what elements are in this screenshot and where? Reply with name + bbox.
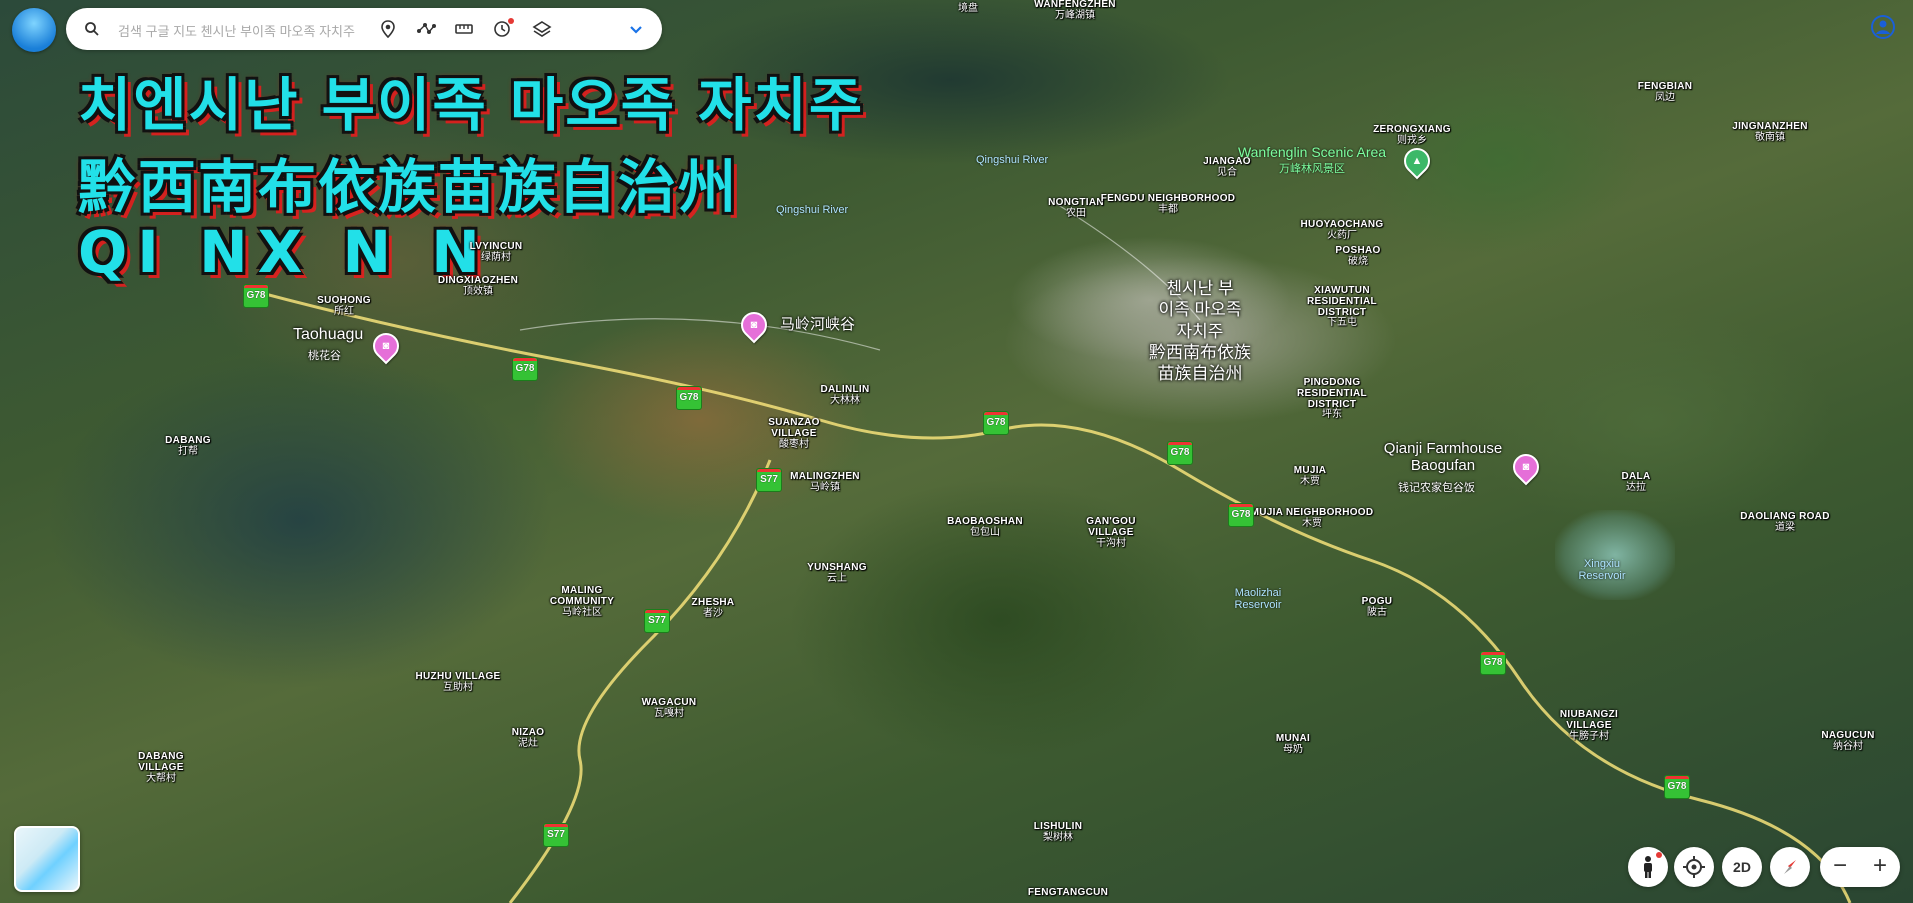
tree-icon: ▲ <box>1411 155 1423 167</box>
highway-shield[interactable]: G78 <box>512 357 538 381</box>
place-label[interactable]: POSHAO 破烧 <box>1335 245 1380 268</box>
place-label[interactable]: MALINGZHEN 马岭镇 <box>790 471 860 494</box>
search-input[interactable]: 검색 구글 지도 첸시난 부이족 마오족 자치주 <box>118 21 355 40</box>
place-label[interactable]: NONGTIAN 农田 <box>1048 197 1104 220</box>
place-label[interactable]: DALA 达拉 <box>1622 471 1651 494</box>
highway-shield[interactable]: G78 <box>983 411 1009 435</box>
notification-dot <box>508 18 514 24</box>
poi-label[interactable]: Taohuagu <box>293 326 363 344</box>
highway-shield[interactable]: G78 <box>243 284 269 308</box>
city-label-zh-2: 苗族自治州 <box>1157 364 1243 383</box>
zoom-in-button[interactable]: + <box>1860 847 1900 887</box>
place-label[interactable]: WAGACUN 瓦嘎村 <box>642 697 697 720</box>
place-label[interactable]: POGU 陂古 <box>1362 596 1393 619</box>
place-label[interactable]: 境盘 <box>958 3 978 15</box>
city-label[interactable]: 첸시난 부 이족 마오족 자치주 黔西南布依族 苗族自治州 <box>1149 278 1251 384</box>
street-view-pegman-button[interactable] <box>1628 847 1668 887</box>
place-label[interactable]: LVYINCUN 绿荫村 <box>470 241 523 264</box>
highway-shield[interactable]: G78 <box>1480 651 1506 675</box>
overlay-title-latin: QI NX N N <box>78 218 490 286</box>
place-label[interactable]: FENGDU NEIGHBORHOOD 丰都 <box>1101 193 1236 216</box>
place-label[interactable]: WANFENGZHEN 万峰湖镇 <box>1034 0 1116 22</box>
place-label[interactable]: PINGDONG RESIDENTIAL DISTRICT 坪东 <box>1292 377 1372 421</box>
place-label[interactable]: DINGXIAOZHEN 顶效镇 <box>438 275 518 298</box>
city-label-ko-1: 첸시난 부 <box>1166 279 1234 298</box>
place-label[interactable]: DABANG 打帮 <box>165 435 211 458</box>
zoom-out-button[interactable]: − <box>1820 847 1860 887</box>
place-label[interactable]: FENGTANGCUN <box>1028 887 1108 899</box>
place-label[interactable]: DALINLIN 大林林 <box>820 384 869 407</box>
my-location-button[interactable] <box>1674 847 1714 887</box>
ruler-icon[interactable] <box>454 19 474 39</box>
highway-shield[interactable]: S77 <box>756 468 782 492</box>
highway-shield[interactable]: G78 <box>1167 441 1193 465</box>
pegman-icon <box>1644 856 1652 878</box>
scenic-area-label[interactable]: Wanfenglin Scenic Area 万峰林风景区 <box>1238 144 1386 176</box>
2d-toggle-button[interactable]: 2D <box>1722 847 1762 887</box>
place-label[interactable]: SUOHONG 所红 <box>317 295 371 318</box>
zoom-controls: − + <box>1820 847 1900 887</box>
river-label[interactable]: Qingshui River <box>776 204 848 216</box>
place-label[interactable]: ZHESHA 者沙 <box>692 597 735 620</box>
place-label[interactable]: JINGNANZHEN 敬南镇 <box>1732 121 1808 144</box>
account-icon[interactable] <box>1871 15 1895 39</box>
crosshair-icon <box>1683 856 1705 878</box>
place-label[interactable]: MUJIA NEIGHBORHOOD 木贾 <box>1251 507 1374 530</box>
reservoir-label[interactable]: Xingxiu Reservoir <box>1572 558 1632 582</box>
place-label[interactable]: NIZAO 泥灶 <box>512 727 545 750</box>
place-label[interactable]: MUNAI 母奶 <box>1276 733 1310 756</box>
place-label[interactable]: MUJIA 木贾 <box>1294 465 1327 488</box>
route-icon[interactable] <box>416 19 436 39</box>
place-label[interactable]: LISHULIN 梨树林 <box>1034 821 1083 844</box>
city-label-ko-3: 자치주 <box>1176 321 1224 341</box>
place-label[interactable]: DAOLIANG ROAD 道梁 <box>1740 511 1829 534</box>
search-bar[interactable]: 검색 구글 지도 첸시난 부이족 마오족 자치주 <box>66 8 662 50</box>
highway-shield[interactable]: S77 <box>644 609 670 633</box>
place-label[interactable]: YUNSHANG 云上 <box>807 562 867 585</box>
camera-icon: ◙ <box>1522 461 1530 473</box>
chevron-down-icon[interactable] <box>626 19 646 39</box>
compass-button[interactable] <box>1770 847 1810 887</box>
highway-shield[interactable]: G78 <box>676 386 702 410</box>
place-label[interactable]: XIAWUTUN RESIDENTIAL DISTRICT 下五屯 <box>1302 285 1382 329</box>
pegman-badge-dot <box>1656 852 1662 858</box>
overlay-title-korean: 치엔시난 부이족 마오족 자치주 <box>78 71 865 139</box>
app-logo[interactable] <box>12 8 56 52</box>
city-label-ko-2: 이족 마오족 <box>1158 300 1242 320</box>
river-label[interactable]: Qingshui River <box>976 154 1048 166</box>
camera-icon: ◙ <box>750 319 758 331</box>
place-label[interactable]: DABANG VILLAGE 大帮村 <box>131 751 191 784</box>
place-label[interactable]: FENGBIAN 凤边 <box>1638 81 1693 104</box>
city-label-zh-1: 黔西南布依族 <box>1149 342 1251 362</box>
search-icon[interactable] <box>84 21 100 37</box>
overlay-title-chinese: 黔西南布依族苗族自治州 <box>78 153 739 221</box>
camera-icon: ◙ <box>382 340 390 352</box>
place-label[interactable]: MALING COMMUNITY 马岭社区 <box>547 585 617 618</box>
compass-icon <box>1784 860 1796 874</box>
place-label[interactable]: GAN'GOU VILLAGE 干沟村 <box>1081 516 1141 549</box>
place-label[interactable]: SUANZAO VILLAGE 酸枣村 <box>764 417 824 450</box>
poi-sublabel: 桃花谷 <box>308 350 341 362</box>
place-label[interactable]: NAGUCUN 纳谷村 <box>1821 730 1874 753</box>
location-pin-icon[interactable] <box>378 19 398 39</box>
layer-switcher-thumbnail[interactable] <box>14 826 80 892</box>
poi-label[interactable]: Qianji Farmhouse Baogufan <box>1378 440 1508 474</box>
highway-shield[interactable]: G78 <box>1664 775 1690 799</box>
place-label[interactable]: NIUBANGZI VILLAGE 牛膀子村 <box>1549 709 1629 742</box>
poi-label[interactable]: 马岭河峡谷 <box>780 313 855 334</box>
poi-sublabel: 钱记农家包谷饭 <box>1398 482 1475 494</box>
place-label[interactable]: HUOYAOCHANG 火药厂 <box>1301 219 1384 242</box>
layers-icon[interactable] <box>532 19 552 39</box>
place-label[interactable]: HUZHU VILLAGE 互助村 <box>415 671 500 694</box>
highway-shield[interactable]: S77 <box>543 823 569 847</box>
place-label[interactable]: BAOBAOSHAN 包包山 <box>947 516 1023 539</box>
highway-shield[interactable]: G78 <box>1228 503 1254 527</box>
reservoir-label[interactable]: Maolizhai Reservoir <box>1228 587 1288 611</box>
